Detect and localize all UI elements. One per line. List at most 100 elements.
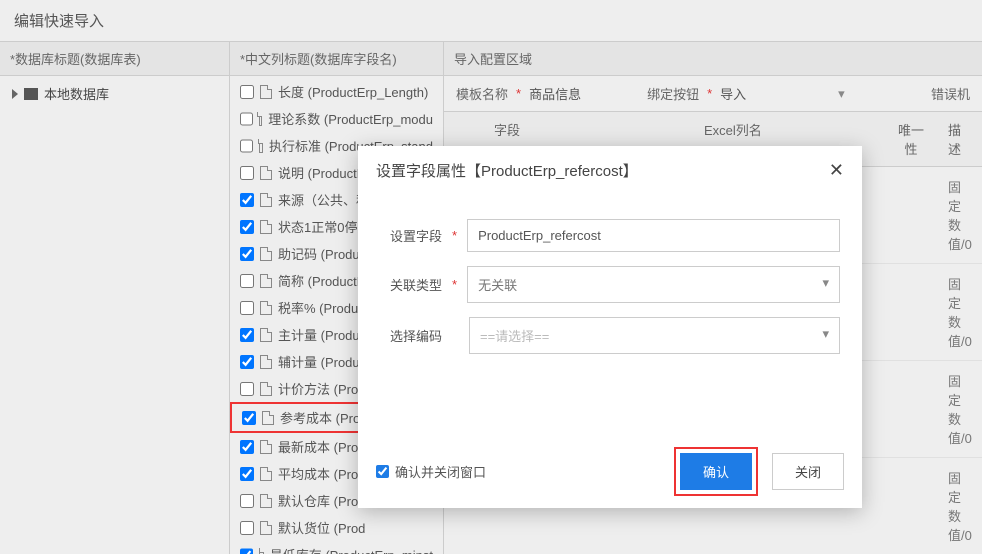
field-checkbox[interactable] bbox=[240, 467, 254, 481]
file-icon bbox=[260, 247, 272, 261]
field-label: 助记码 (Produc bbox=[278, 244, 366, 263]
confirm-button[interactable]: 确认 bbox=[680, 453, 752, 490]
tree-root[interactable]: 本地数据库 bbox=[12, 82, 217, 105]
select-encoding-label: 选择编码 bbox=[380, 326, 442, 345]
relation-type-select[interactable]: 无关联 bbox=[467, 266, 840, 303]
chevron-down-icon[interactable]: ▾ bbox=[838, 86, 845, 102]
field-checkbox[interactable] bbox=[240, 193, 254, 207]
right-panel-header: 导入配置区域 bbox=[444, 42, 982, 76]
relation-type-label: 关联类型 bbox=[380, 275, 442, 294]
file-icon bbox=[260, 328, 272, 342]
field-checkbox[interactable] bbox=[240, 139, 253, 153]
field-checkbox[interactable] bbox=[240, 247, 254, 261]
field-label: 默认货位 (Prod bbox=[278, 518, 365, 537]
file-icon bbox=[260, 166, 272, 180]
select-encoding-select[interactable]: ==请选择== bbox=[469, 317, 840, 354]
field-label: 主计量 (Produc bbox=[278, 325, 366, 344]
bind-button-label: 绑定按钮 bbox=[647, 84, 699, 103]
file-icon bbox=[260, 220, 272, 234]
field-checkbox[interactable] bbox=[240, 440, 254, 454]
set-field-label: 设置字段 bbox=[380, 226, 442, 245]
field-checkbox[interactable] bbox=[240, 548, 253, 554]
field-label: 辅计量 (Produc bbox=[278, 352, 366, 371]
field-checkbox[interactable] bbox=[240, 301, 254, 315]
field-label: 说明 (ProductE bbox=[278, 163, 365, 182]
row-unique bbox=[884, 167, 938, 263]
file-icon bbox=[260, 301, 272, 315]
file-icon bbox=[259, 548, 264, 554]
field-label: 来源（公共、私 bbox=[278, 190, 369, 209]
field-checkbox[interactable] bbox=[240, 85, 254, 99]
row-desc: 固定数值/0 bbox=[938, 458, 982, 554]
field-checkbox[interactable] bbox=[240, 220, 254, 234]
field-checkbox[interactable] bbox=[240, 328, 254, 342]
file-icon bbox=[260, 440, 272, 454]
field-checkbox[interactable] bbox=[240, 166, 254, 180]
modal-title: 设置字段属性【ProductErp_refercost】 bbox=[376, 160, 638, 181]
file-icon bbox=[260, 355, 272, 369]
bind-button-select[interactable] bbox=[720, 86, 830, 101]
file-icon bbox=[262, 411, 274, 425]
page-title: 编辑快速导入 bbox=[0, 0, 982, 42]
field-label: 长度 (ProductErp_Length) bbox=[278, 82, 428, 101]
field-label: 理论系数 (ProductErp_modu bbox=[268, 109, 433, 128]
row-desc: 固定数值/0 bbox=[938, 167, 982, 263]
file-icon bbox=[260, 521, 272, 535]
close-icon[interactable]: ✕ bbox=[829, 160, 844, 181]
required-mark: * bbox=[707, 86, 712, 101]
required-mark: * bbox=[516, 86, 521, 101]
confirm-close-checkbox[interactable]: 确认并关闭窗口 bbox=[376, 462, 486, 481]
field-checkbox[interactable] bbox=[242, 411, 256, 425]
set-field-input[interactable] bbox=[467, 219, 840, 252]
grid-header-unique: 唯一性 bbox=[884, 112, 938, 166]
field-checkbox[interactable] bbox=[240, 355, 254, 369]
file-icon bbox=[260, 85, 272, 99]
row-unique bbox=[884, 264, 938, 360]
field-list-item[interactable]: 理论系数 (ProductErp_modu bbox=[230, 105, 443, 132]
confirm-close-checkbox-input[interactable] bbox=[376, 465, 389, 478]
grid-header-desc: 描述 bbox=[938, 112, 982, 166]
required-mark: * bbox=[452, 277, 457, 292]
field-checkbox[interactable] bbox=[240, 112, 253, 126]
file-icon bbox=[259, 112, 262, 126]
tree-root-label: 本地数据库 bbox=[44, 84, 109, 103]
field-checkbox[interactable] bbox=[240, 494, 254, 508]
tree-expand-icon[interactable] bbox=[12, 89, 18, 99]
field-label: 参考成本 (Prod bbox=[280, 408, 367, 427]
mid-panel-header: *中文列标题(数据库字段名) bbox=[230, 42, 443, 76]
file-icon bbox=[260, 467, 272, 481]
file-icon bbox=[260, 193, 272, 207]
field-checkbox[interactable] bbox=[240, 521, 254, 535]
confirm-highlight: 确认 bbox=[674, 447, 758, 496]
field-list-item[interactable]: 默认货位 (Prod bbox=[230, 514, 443, 541]
row-unique bbox=[884, 458, 938, 554]
row-desc: 固定数值/0 bbox=[938, 264, 982, 360]
field-label: 最新成本 (Prod bbox=[278, 437, 365, 456]
row-desc: 固定数值/0 bbox=[938, 361, 982, 457]
field-property-modal: 设置字段属性【ProductErp_refercost】 ✕ 设置字段 * 关联类… bbox=[358, 146, 862, 508]
field-label: 状态1正常0停用 bbox=[278, 217, 370, 236]
close-button[interactable]: 关闭 bbox=[772, 453, 844, 490]
template-name-input[interactable] bbox=[529, 86, 639, 101]
field-checkbox[interactable] bbox=[240, 274, 254, 288]
folder-icon bbox=[24, 88, 38, 100]
field-list-item[interactable]: 长度 (ProductErp_Length) bbox=[230, 78, 443, 105]
file-icon bbox=[260, 382, 272, 396]
field-checkbox[interactable] bbox=[240, 382, 254, 396]
field-label: 平均成本 (Prod bbox=[278, 464, 365, 483]
field-list-item[interactable]: 最低库存 (ProductErp_minst bbox=[230, 541, 443, 554]
field-label: 简称 (ProductE bbox=[278, 271, 365, 290]
field-label: 税率% (Produc bbox=[278, 298, 365, 317]
config-bar: 模板名称* 绑定按钮* ▾ 错误机 bbox=[444, 76, 982, 112]
confirm-close-label: 确认并关闭窗口 bbox=[395, 462, 486, 481]
field-label: 计价方法 (Prod bbox=[278, 379, 365, 398]
error-machine-label: 错误机 bbox=[931, 84, 970, 103]
left-panel: *数据库标题(数据库表) 本地数据库 bbox=[0, 42, 230, 554]
field-label: 默认仓库 (Prod bbox=[278, 491, 365, 510]
required-mark: * bbox=[452, 228, 457, 243]
left-panel-header: *数据库标题(数据库表) bbox=[0, 42, 229, 76]
file-icon bbox=[260, 274, 272, 288]
row-unique bbox=[884, 361, 938, 457]
file-icon bbox=[259, 139, 263, 153]
file-icon bbox=[260, 494, 272, 508]
